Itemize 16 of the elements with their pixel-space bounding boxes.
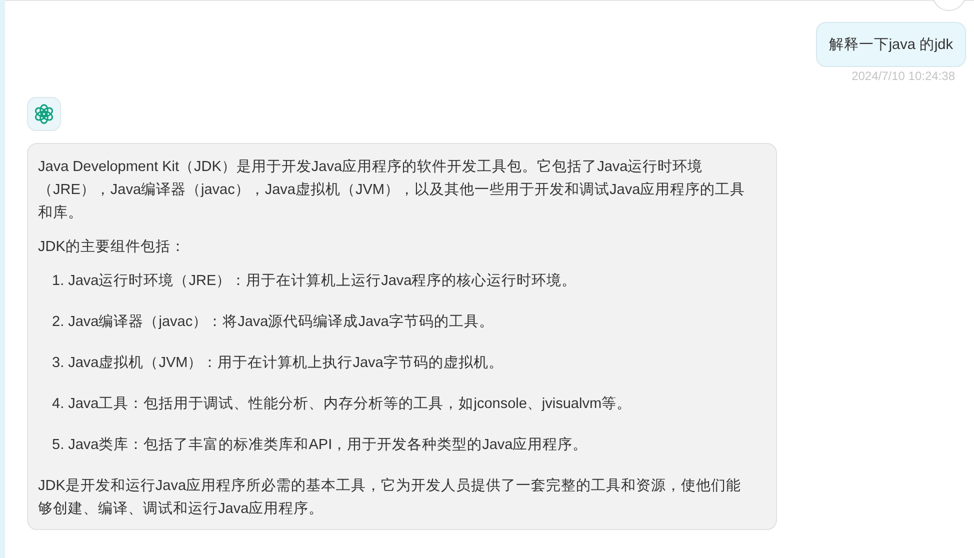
list-item-text: Java运行时环境（JRE）：用于在计算机上运行Java程序的核心运行时环境。 [68, 272, 577, 291]
list-number: 3. [52, 354, 64, 373]
knot-logo-icon [33, 103, 55, 125]
list-number: 2. [52, 313, 64, 332]
intro-paragraph: Java Development Kit（JDK）是用于开发Java应用程序的软件开发工具包。它包括了Java运行时环境（JRE），Java编译器（javac），Java虚拟机（JVM），以及其他一些用于开发和调试Java应用程序的工具和库。 [38, 158, 746, 223]
list-number: 5. [52, 436, 64, 455]
list-number: 4. [52, 395, 64, 414]
conclusion-paragraph: JDK是开发和运行Java应用程序所必需的基本工具，它为开发人员提供了一套完整的工具和资源，使他们能够创建、编译、调试和运行Java应用程序。 [38, 476, 742, 519]
list-item-text: Java类库：包括了丰富的标准类库和API，用于开发各种类型的Java应用程序。 [68, 436, 588, 455]
list-item-text: Java虚拟机（JVM）：用于在计算机上执行Java字节码的虚拟机。 [68, 354, 504, 373]
user-message: 解释一下java 的jdk [816, 22, 966, 67]
message-timestamp: 2024/7/10 10:24:38 [852, 69, 955, 83]
list-item-text: Java编译器（javac）：将Java源代码编译成Java字节码的工具。 [68, 312, 494, 332]
list-item-text: Java工具：包括用于调试、性能分析、内存分析等的工具，如jconsole、jvisualvm等。 [68, 395, 632, 414]
list-number: 1. [52, 272, 64, 291]
list-heading: JDK的主要组件包括： [38, 238, 186, 257]
